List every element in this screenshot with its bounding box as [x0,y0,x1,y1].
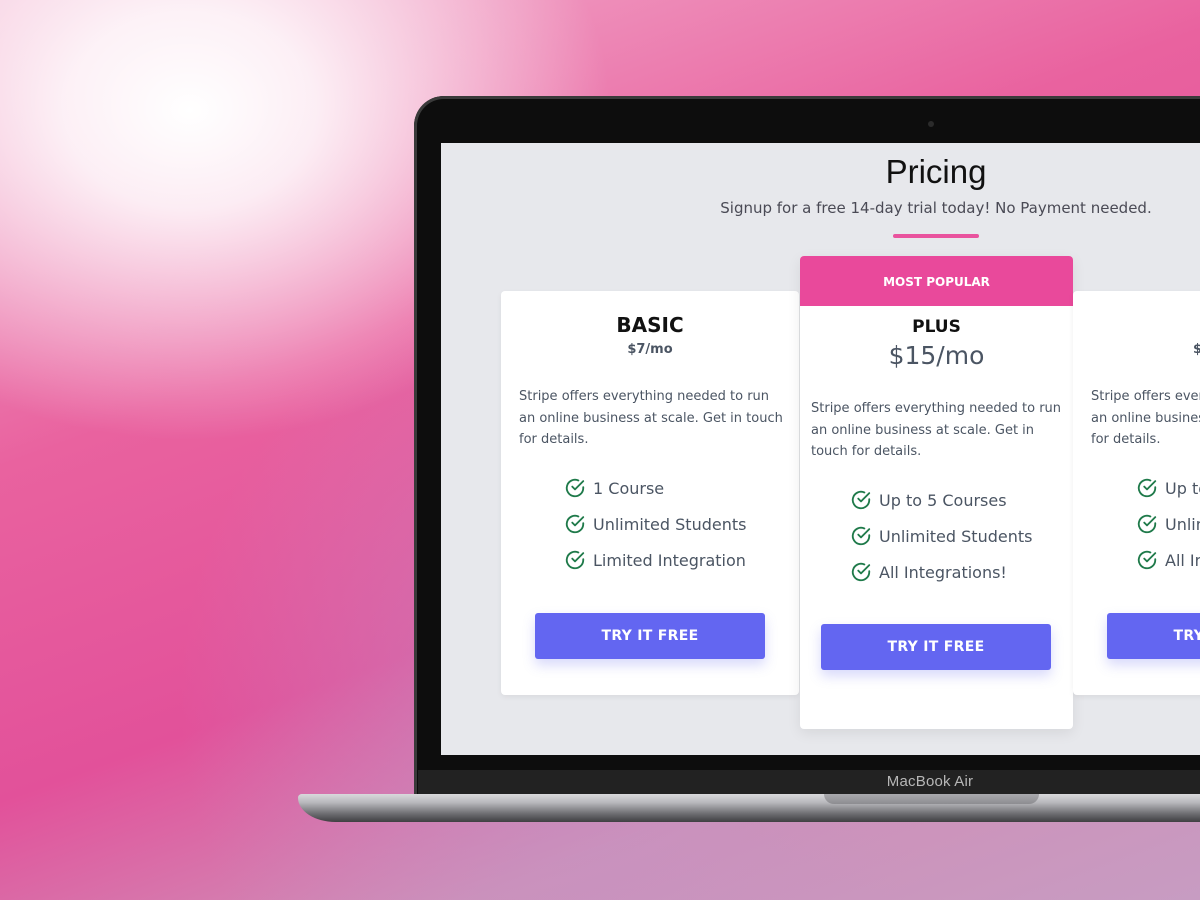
plan-price: $15/mo [888,341,985,370]
feature-label: Limited Integration [593,550,746,570]
pricing-card-plus: MOST POPULAR PLUS $15/mo Stripe offers e… [800,256,1073,729]
plan-price: $7/mo [627,342,673,357]
pricing-card-basic: BASIC $7/mo Stripe offers everything nee… [501,291,799,695]
laptop-chin [418,770,1200,796]
title-underline [893,234,979,238]
check-circle-icon [851,526,871,546]
try-it-free-button[interactable]: TRY IT FREE [1107,613,1200,659]
feature-item: Unlimited Students [850,518,1032,554]
try-it-free-button[interactable]: TRY IT FREE [821,624,1051,670]
feature-list: Up to 5 Courses Unlimited Students All I… [850,482,1032,590]
plan-name: BASIC [616,313,684,337]
feature-list: Up to Unlimited All Integrations! [1136,470,1200,578]
page-title: Pricing [885,153,987,190]
page-subtitle: Signup for a free 14-day trial today! No… [720,199,1152,217]
feature-label: Up to [1165,478,1200,498]
feature-item: Unlimited Students [564,506,746,542]
check-circle-icon [1137,514,1157,534]
feature-label: Unlimited Students [879,526,1033,546]
most-popular-badge: MOST POPULAR [800,256,1073,306]
pink-gradient-background: Pricing Signup for a free 14-day trial t… [0,0,1200,900]
pricing-card-third: $ Stripe offers everything needed to run… [1073,291,1200,695]
feature-item: 1 Course [564,470,746,506]
check-circle-icon [1137,550,1157,570]
plan-description: Stripe offers everything needed to run a… [811,401,1062,459]
plan-price: $ [1193,342,1200,357]
feature-item: All Integrations! [850,554,1032,590]
check-circle-icon [851,490,871,510]
feature-item: Up to [1136,470,1200,506]
feature-label: Up to 5 Courses [879,490,1007,510]
check-circle-icon [851,562,871,582]
plan-name: PLUS [912,317,961,337]
feature-label: 1 Course [593,478,665,498]
plan-description: Stripe offers everything needed to run a… [1091,389,1200,447]
feature-item: All Integrations! [1136,542,1200,578]
laptop-hinge-notch [824,794,1039,804]
feature-item: Limited Integration [564,542,746,578]
webcam [928,121,934,127]
try-it-free-button[interactable]: TRY IT FREE [535,613,765,659]
check-circle-icon [565,478,585,498]
plan-description: Stripe offers everything needed to run a… [519,389,783,447]
feature-label: Unlimited Students [593,514,747,534]
laptop-screen: Pricing Signup for a free 14-day trial t… [441,143,1200,755]
laptop-brand-label: MacBook Air [886,773,974,790]
feature-item: Unlimited [1136,506,1200,542]
laptop-base [298,794,1200,822]
feature-label: All Integrations! [879,562,1007,582]
feature-item: Up to 5 Courses [850,482,1032,518]
feature-label: All Integrations! [1165,550,1200,570]
check-circle-icon [565,550,585,570]
check-circle-icon [565,514,585,534]
check-circle-icon [1137,478,1157,498]
feature-label: Unlimited [1165,514,1200,534]
feature-list: 1 Course Unlimited Students Limited Inte… [564,470,746,578]
